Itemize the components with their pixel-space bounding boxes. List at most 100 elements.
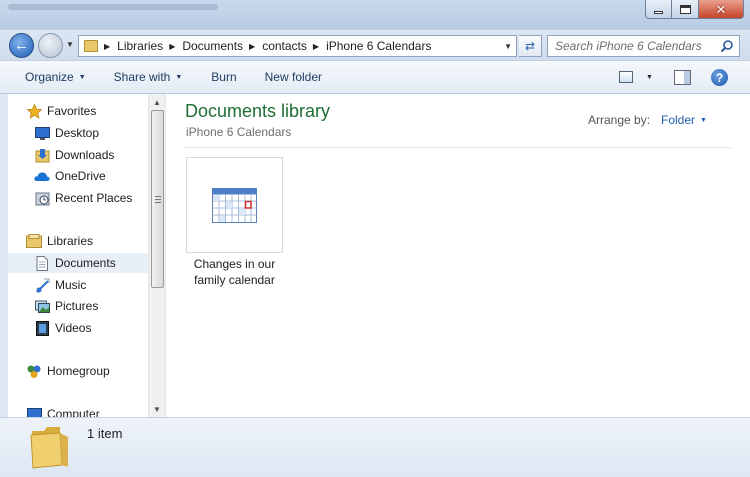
sidebar-item-videos[interactable]: Videos (34, 318, 148, 338)
navigation-pane: Favorites Desktop Downloads OneDrive Rec… (8, 94, 148, 417)
videos-icon (34, 320, 50, 336)
breadcrumb-documents[interactable]: Documents (182, 39, 243, 53)
item-count: 1 item (87, 426, 123, 441)
sidebar-item-libraries[interactable]: Libraries (26, 231, 148, 251)
folder-icon (84, 40, 98, 52)
recent-places-icon (34, 190, 50, 206)
sidebar-item-pictures[interactable]: Pictures (34, 296, 148, 316)
sidebar-item-computer[interactable]: Computer (26, 404, 148, 417)
sidebar-item-label: Videos (55, 321, 92, 335)
back-arrow-icon: ← (14, 36, 29, 54)
burn-button[interactable]: Burn (211, 70, 236, 84)
desktop-icon (34, 125, 50, 141)
calendar-file-icon (212, 188, 257, 223)
sidebar-item-recent-places[interactable]: Recent Places (34, 188, 148, 208)
sidebar-item-onedrive[interactable]: OneDrive (34, 166, 148, 186)
breadcrumb-separator-icon[interactable]: ▶ (249, 42, 255, 51)
view-options-dropdown-icon[interactable]: ▼ (646, 74, 653, 81)
breadcrumb-item[interactable]: ▶ contacts (243, 39, 307, 53)
command-bar: Organize ▼ Share with ▼ Burn New folder ▼ … (0, 60, 750, 94)
maximize-icon (679, 4, 691, 14)
minimize-button[interactable] (645, 0, 672, 19)
sidebar-item-label: Libraries (47, 234, 94, 248)
breadcrumb-item[interactable]: ▶ Libraries (98, 39, 163, 53)
search-input[interactable] (548, 36, 718, 56)
library-title: Documents library (185, 101, 331, 121)
address-row: ← → ▼ ▶ Libraries ▶ Documents ▶ contacts… (0, 30, 750, 60)
sidebar-item-desktop[interactable]: Desktop (34, 123, 148, 143)
search-icon[interactable] (720, 39, 734, 53)
file-name-label[interactable]: Changes in our family calendar (184, 256, 285, 288)
scrollbar-thumb[interactable] (151, 110, 164, 288)
breadcrumb-separator-icon[interactable]: ▶ (104, 42, 110, 51)
close-button[interactable]: ✕ (699, 0, 744, 19)
organize-menu[interactable]: Organize ▼ (25, 70, 86, 84)
window-controls: ✕ (645, 0, 744, 19)
sidebar-item-label: Downloads (55, 148, 115, 162)
documents-icon (34, 255, 50, 271)
downloads-icon (34, 147, 50, 163)
computer-icon (26, 406, 42, 417)
forward-button[interactable]: → (38, 33, 63, 58)
sidebar-item-label: OneDrive (55, 169, 106, 183)
sidebar-item-homegroup[interactable]: Homegroup (26, 361, 148, 381)
breadcrumb-current-folder[interactable]: iPhone 6 Calendars (326, 39, 431, 53)
refresh-icon: ⇄ (524, 39, 536, 53)
onedrive-icon (34, 168, 50, 184)
library-subtitle: iPhone 6 Calendars (186, 125, 292, 139)
recent-pages-dropdown[interactable]: ▼ (66, 40, 74, 49)
change-view-icon[interactable] (619, 71, 633, 83)
organize-label: Organize (25, 70, 74, 84)
music-icon (34, 277, 50, 293)
details-pane: 1 item (0, 417, 750, 477)
sidebar-item-label: Computer (47, 407, 100, 417)
help-icon[interactable]: ? (711, 69, 728, 86)
star-icon (26, 103, 42, 119)
breadcrumb-item[interactable]: ▶ Documents (163, 39, 243, 53)
address-dropdown-icon[interactable]: ▼ (504, 42, 512, 51)
sidebar-item-documents[interactable]: Documents (8, 253, 148, 273)
arrange-by-label: Arrange by: (588, 113, 651, 127)
header-divider (184, 147, 732, 148)
homegroup-icon (26, 363, 42, 379)
back-button[interactable]: ← (9, 33, 34, 58)
refresh-button[interactable]: ⇄ (519, 35, 542, 57)
navigation-pane-scrollbar[interactable]: ▲ ▼ (148, 94, 165, 417)
minimize-icon (654, 10, 663, 14)
sidebar-item-label: Homegroup (47, 364, 110, 378)
chevron-down-icon: ▼ (700, 116, 707, 124)
preview-pane-icon[interactable] (674, 70, 691, 85)
scroll-up-icon[interactable]: ▲ (149, 94, 165, 110)
forward-arrow-icon: → (43, 36, 58, 54)
chevron-down-icon: ▼ (175, 73, 183, 81)
sidebar-item-label: Pictures (55, 299, 99, 313)
arrange-by-dropdown[interactable]: Folder ▼ (661, 113, 707, 127)
maximize-button[interactable] (672, 0, 699, 19)
burn-label: Burn (211, 70, 237, 84)
content-pane: Documents library iPhone 6 Calendars Arr… (166, 94, 750, 417)
breadcrumb-separator-icon[interactable]: ▶ (313, 42, 319, 51)
share-with-label: Share with (113, 70, 171, 84)
scroll-down-icon[interactable]: ▼ (149, 401, 165, 417)
new-folder-button[interactable]: New folder (265, 70, 322, 84)
arrange-by-value: Folder (661, 113, 696, 127)
breadcrumb-contacts[interactable]: contacts (262, 39, 307, 53)
breadcrumb-separator-icon[interactable]: ▶ (169, 42, 175, 51)
chevron-down-icon: ▼ (78, 73, 86, 81)
sidebar-item-downloads[interactable]: Downloads (34, 145, 148, 165)
share-with-menu[interactable]: Share with ▼ (114, 70, 183, 84)
search-box[interactable] (547, 35, 740, 57)
close-icon: ✕ (715, 1, 727, 17)
sidebar-item-label: Desktop (55, 126, 100, 140)
file-thumbnail[interactable] (186, 157, 283, 253)
breadcrumb-libraries[interactable]: Libraries (117, 39, 163, 53)
sidebar-item-label: Favorites (47, 104, 97, 118)
new-folder-label: New folder (264, 70, 322, 84)
grip-icon (155, 196, 161, 203)
sidebar-item-favorites[interactable]: Favorites (26, 101, 148, 121)
window-title-blurred (8, 4, 218, 10)
sidebar-item-label: Recent Places (55, 191, 133, 205)
sidebar-item-music[interactable]: Music (34, 275, 148, 295)
address-bar[interactable]: ▶ Libraries ▶ Documents ▶ contacts ▶ iPh… (78, 35, 517, 57)
breadcrumb-item[interactable]: ▶ iPhone 6 Calendars (307, 39, 432, 53)
